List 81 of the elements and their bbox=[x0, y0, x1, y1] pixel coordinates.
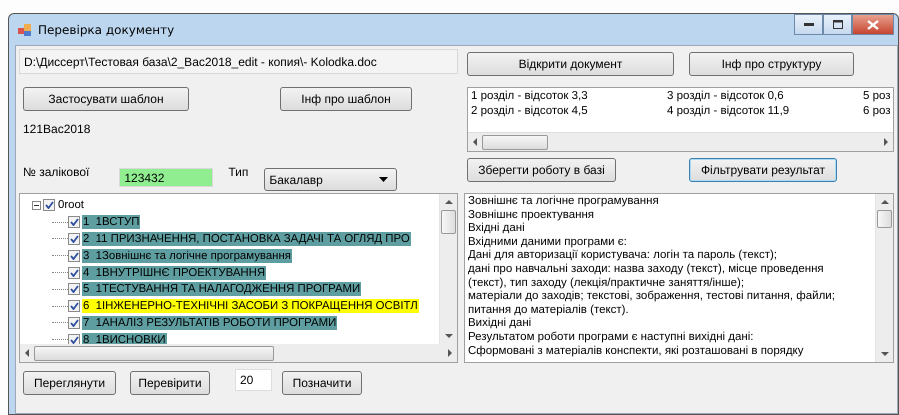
horizontal-scrollbar[interactable] bbox=[20, 344, 457, 362]
text-line: питання до матеріалів (текст). bbox=[468, 304, 629, 318]
text-line: Дані для авторизації користувача: логін та пароль (текст); bbox=[468, 249, 777, 263]
tree-node[interactable]: 7 1АНАЛІЗ РЕЗУЛЬТАТІВ РОБОТИ ПРОГРАМИ bbox=[82, 316, 338, 330]
text-line: Вихідні дані bbox=[468, 317, 532, 331]
file-path-field[interactable]: D:\Диссерт\Тестовая база\2_Bac2018_edit - копия\- Kolodka.doc bbox=[19, 49, 458, 74]
horizontal-scrollbar[interactable] bbox=[468, 132, 893, 151]
checkbox[interactable] bbox=[43, 199, 55, 212]
checkbox[interactable] bbox=[68, 216, 80, 228]
record-book-label: № залікової bbox=[23, 165, 90, 179]
type-dropdown[interactable]: Бакалавр bbox=[264, 168, 398, 191]
scroll-up-icon[interactable] bbox=[880, 200, 888, 204]
checkbox[interactable] bbox=[68, 300, 80, 312]
list-item[interactable]: 4 розділ - відсоток 11,9 bbox=[667, 105, 790, 117]
caret-icon bbox=[379, 177, 388, 182]
template-name: 121Bac2018 bbox=[23, 122, 90, 136]
open-document-button[interactable]: Відкрити документ bbox=[467, 52, 674, 76]
vertical-scrollbar[interactable] bbox=[875, 194, 893, 362]
vertical-scrollbar[interactable] bbox=[439, 194, 457, 344]
tree-node[interactable]: 8 1ВИСНОВКИ bbox=[82, 332, 167, 344]
text-line: матеріали до заходів; текстові, зображення, тестові питання, файли; bbox=[468, 290, 835, 304]
checkbox[interactable] bbox=[68, 250, 80, 262]
scroll-thumb[interactable] bbox=[441, 210, 456, 234]
tree-node[interactable]: 2 11 ПРИЗНАЧЕННЯ, ПОСТАНОВКА ЗАДАЧІ ТА ОГЛЯД ПРО bbox=[82, 232, 411, 246]
scroll-thumb[interactable] bbox=[877, 210, 892, 228]
minimize-icon bbox=[804, 22, 814, 26]
tree-node[interactable]: 0root bbox=[57, 198, 85, 212]
scroll-thumb[interactable] bbox=[34, 346, 274, 360]
scroll-thumb[interactable] bbox=[482, 134, 548, 150]
scroll-down-icon[interactable] bbox=[444, 334, 452, 338]
text-line: Вхідні дані bbox=[468, 222, 525, 236]
text-line: (текст), тип заходу (лекція/практичне заняття/інше); bbox=[468, 276, 744, 290]
count-field[interactable]: 20 bbox=[235, 369, 272, 391]
section-list[interactable]: 1 розділ - відсоток 3,3 2 розділ - відсоток 4,5 3 розділ - відсоток 0,6 4 розділ - відсоток 11,9 5 роз 6 роз bbox=[467, 87, 894, 152]
record-book-field[interactable]: 123432 bbox=[119, 168, 214, 187]
type-label: Тип bbox=[228, 165, 248, 179]
apply-template-button[interactable]: Застосувати шаблон bbox=[23, 87, 189, 111]
list-item[interactable]: 6 роз bbox=[863, 105, 891, 117]
mark-button[interactable]: Позначити bbox=[282, 371, 362, 395]
checkbox[interactable] bbox=[68, 283, 80, 296]
tree-node[interactable]: 5 1ТЕСТУВАННЯ ТА НАЛАГОДЖЕННЯ ПРОГРАМИ bbox=[82, 282, 362, 296]
filter-result-button[interactable]: Фільтрувати результат bbox=[689, 158, 837, 182]
text-line: Вхідними даними програми є: bbox=[468, 236, 627, 250]
tree-node[interactable]: 4 1ВНУТРІШНЄ ПРОЕКТУВАННЯ bbox=[82, 266, 266, 280]
checkbox[interactable] bbox=[68, 316, 80, 329]
structure-info-button[interactable]: Інф про структуру bbox=[689, 52, 854, 76]
list-item[interactable]: 1 розділ - відсоток 3,3 bbox=[471, 90, 588, 102]
scroll-right-icon[interactable] bbox=[884, 138, 888, 146]
checkbox[interactable] bbox=[68, 266, 80, 279]
text-line: Сформовані з матеріалів конспекти, які розташовані в порядку bbox=[468, 344, 804, 358]
minimize-button[interactable] bbox=[794, 14, 823, 35]
list-item[interactable]: 5 роз bbox=[863, 90, 891, 102]
app-icon bbox=[18, 24, 32, 36]
save-to-database-button[interactable]: Зберегти роботу в базі bbox=[467, 158, 616, 182]
maximize-button[interactable] bbox=[823, 14, 852, 35]
scroll-down-icon[interactable] bbox=[880, 352, 888, 356]
list-item[interactable]: 3 розділ - відсоток 0,6 bbox=[667, 90, 784, 102]
window-title: Перевірка документу bbox=[38, 22, 174, 36]
scroll-left-icon[interactable] bbox=[473, 138, 477, 146]
template-info-button[interactable]: Інф про шаблон bbox=[280, 87, 412, 111]
text-line: Результатом роботи програми є наступні вихідні дані: bbox=[468, 330, 754, 345]
maximize-icon bbox=[832, 20, 842, 29]
view-button[interactable]: Переглянути bbox=[23, 371, 116, 395]
checkbox[interactable] bbox=[68, 334, 80, 344]
text-line: Зовнішнє проектування bbox=[468, 208, 594, 222]
scroll-right-icon[interactable] bbox=[448, 349, 452, 357]
tree-node[interactable]: 1 1ВСТУП bbox=[82, 215, 140, 230]
tree-node[interactable]: 3 1Зовнішнє та логічне програмування bbox=[82, 248, 292, 263]
check-button[interactable]: Перевірити bbox=[130, 371, 210, 395]
result-text-area[interactable] bbox=[464, 193, 894, 363]
collapse-icon[interactable] bbox=[32, 200, 41, 210]
text-line: дані про навчальні заходи: назва заходу (текст), місце проведення bbox=[468, 262, 824, 277]
close-icon bbox=[867, 20, 879, 30]
section-tree[interactable] bbox=[19, 193, 458, 363]
scroll-up-icon[interactable] bbox=[444, 200, 452, 204]
tree-node[interactable]: 6 1ІНЖЕНЕРНО-ТЕХНІЧНІ ЗАСОБИ З ПОКРАЩЕННЯ ОСВІТЛ bbox=[82, 299, 419, 314]
checkbox[interactable] bbox=[68, 232, 80, 245]
close-button[interactable] bbox=[852, 14, 894, 35]
text-line: Зовнішнє та логічне програмування bbox=[468, 195, 659, 209]
scroll-left-icon[interactable] bbox=[25, 349, 29, 357]
list-item[interactable]: 2 розділ - відсоток 4,5 bbox=[471, 105, 588, 117]
